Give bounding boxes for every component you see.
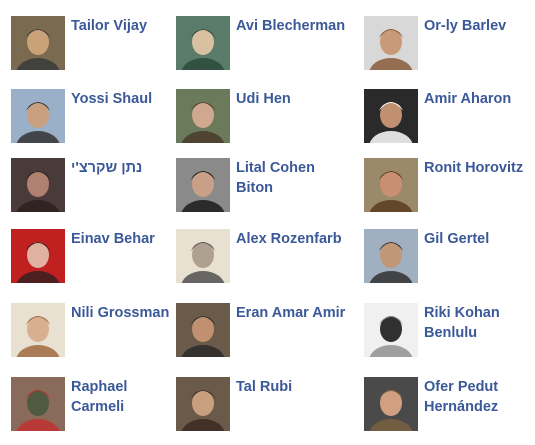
friend-avatar[interactable] (364, 303, 418, 357)
friend-name-link[interactable]: Alex Rozenfarb (236, 229, 346, 249)
friend-name-link[interactable]: Gil Gertel (424, 229, 534, 249)
friend-avatar[interactable] (364, 158, 418, 212)
friend-avatar[interactable] (11, 229, 65, 283)
friend-avatar[interactable] (11, 89, 65, 143)
friend-avatar[interactable] (176, 229, 230, 283)
friend-name-link[interactable]: Or-ly Barlev (424, 16, 534, 36)
friend-avatar[interactable] (176, 303, 230, 357)
friend-name-link[interactable]: Riki Kohan Benlulu (424, 303, 534, 343)
friend-avatar[interactable] (364, 89, 418, 143)
friend-name-link[interactable]: Lital Cohen Biton (236, 158, 346, 198)
friend-name-link[interactable]: Avi Blecherman (236, 16, 346, 36)
friend-name-link[interactable]: Nili Grossman (71, 303, 181, 323)
friend-avatar[interactable] (11, 158, 65, 212)
friend-name-link[interactable]: Ofer Pedut Hernández (424, 377, 534, 417)
friend-avatar[interactable] (176, 158, 230, 212)
friend-name-link[interactable]: Amir Aharon (424, 89, 534, 109)
friend-name-link[interactable]: Tailor Vijay (71, 16, 181, 36)
friend-name-link[interactable]: Ronit Horovitz (424, 158, 534, 178)
friend-avatar[interactable] (176, 377, 230, 431)
friend-avatar[interactable] (11, 303, 65, 357)
friend-avatar[interactable] (11, 377, 65, 431)
friend-avatar[interactable] (176, 89, 230, 143)
friend-name-link[interactable]: נתן שקרצ'י (71, 158, 181, 178)
friend-name-link[interactable]: Tal Rubi (236, 377, 346, 397)
friends-grid: Tailor Vijay Avi Blecherman Or-ly Barlev… (0, 0, 535, 445)
friend-name-link[interactable]: Yossi Shaul (71, 89, 181, 109)
friend-avatar[interactable] (364, 377, 418, 431)
friend-avatar[interactable] (176, 16, 230, 70)
friend-avatar[interactable] (364, 229, 418, 283)
friend-name-link[interactable]: Udi Hen (236, 89, 346, 109)
friend-name-link[interactable]: Einav Behar (71, 229, 181, 249)
friend-avatar[interactable] (364, 16, 418, 70)
friend-avatar[interactable] (11, 16, 65, 70)
friend-name-link[interactable]: Raphael Carmeli (71, 377, 181, 417)
friend-name-link[interactable]: Eran Amar Amir (236, 303, 346, 323)
